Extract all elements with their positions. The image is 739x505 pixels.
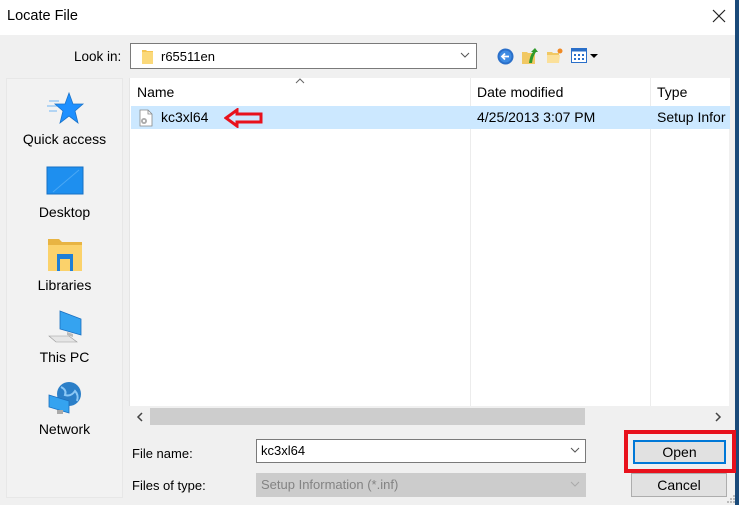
close-button[interactable]: [709, 6, 729, 26]
place-desktop[interactable]: Desktop: [7, 164, 122, 220]
resize-grip-icon[interactable]: [727, 495, 735, 503]
chevron-left-icon: [136, 411, 143, 422]
computer-icon: [47, 310, 81, 343]
folder-up-icon: [522, 48, 538, 64]
look-in-value: r65511en: [161, 49, 215, 64]
place-quick-access[interactable]: Quick access: [7, 91, 122, 147]
file-type-dropdown[interactable]: Setup Information (*.inf): [256, 473, 586, 497]
view-menu-icon: [571, 48, 598, 63]
file-name: kc3xl64: [161, 109, 209, 125]
file-name-label: File name:: [132, 446, 193, 461]
network-icon: [48, 382, 81, 414]
setup-information-file-icon: [139, 109, 153, 127]
desktop-icon: [46, 166, 83, 195]
file-type-label: Files of type:: [132, 478, 206, 493]
scroll-left-button[interactable]: [131, 408, 148, 425]
file-type: Setup Infor: [657, 109, 726, 125]
column-header-name[interactable]: Name: [137, 84, 174, 100]
view-menu-button[interactable]: [570, 46, 600, 66]
chevron-right-icon: [714, 411, 721, 422]
place-network[interactable]: Network: [7, 381, 122, 437]
place-label: This PC: [39, 349, 90, 365]
scroll-right-button[interactable]: [709, 408, 726, 425]
cancel-button[interactable]: Cancel: [631, 473, 727, 497]
chevron-down-icon[interactable]: [570, 447, 580, 454]
title-bar: Locate File: [0, 0, 739, 35]
chevron-down-icon: [570, 481, 580, 487]
place-label: Network: [38, 421, 91, 437]
place-label: Quick access: [22, 131, 107, 147]
column-header-date-modified[interactable]: Date modified: [477, 84, 563, 100]
column-header-type[interactable]: Type: [657, 84, 687, 100]
up-one-level-button[interactable]: [520, 46, 540, 66]
chevron-down-icon: [460, 52, 470, 58]
red-highlight-annotation: [624, 430, 736, 473]
place-label: Libraries: [37, 277, 92, 293]
star-icon: [46, 91, 84, 125]
close-icon: [712, 9, 726, 23]
place-libraries[interactable]: Libraries: [7, 237, 122, 293]
sort-ascending-icon: [295, 78, 305, 84]
look-in-dropdown[interactable]: r65511en: [130, 43, 477, 69]
file-type-value: Setup Information (*.inf): [261, 477, 399, 492]
toolbar: [495, 44, 600, 68]
file-row-selected[interactable]: kc3xl64 4/25/2013 3:07 PM Setup Infor: [131, 106, 730, 129]
folder-icon: [142, 50, 153, 64]
file-name-value: kc3xl64: [261, 443, 306, 458]
file-name-input[interactable]: kc3xl64: [256, 439, 586, 463]
look-in-label: Look in:: [74, 49, 122, 64]
place-this-pc[interactable]: This PC: [7, 309, 122, 365]
horizontal-scrollbar[interactable]: [129, 406, 729, 426]
place-label: Desktop: [38, 204, 91, 220]
dialog-title: Locate File: [7, 8, 78, 24]
red-arrow-annotation-icon: [224, 108, 263, 128]
libraries-icon: [47, 239, 82, 271]
scrollbar-thumb[interactable]: [150, 408, 585, 425]
places-bar: Quick access Desktop Libraries This PC N…: [6, 78, 123, 498]
back-arrow-icon: [497, 48, 513, 64]
back-button[interactable]: [495, 46, 515, 66]
column-header-row: Name Date modified Type: [130, 78, 730, 106]
file-date-modified: 4/25/2013 3:07 PM: [477, 109, 596, 125]
file-list[interactable]: Name Date modified Type kc3xl64 4/25/201…: [129, 78, 730, 406]
new-folder-icon: [547, 48, 563, 63]
new-folder-button[interactable]: [545, 46, 565, 66]
